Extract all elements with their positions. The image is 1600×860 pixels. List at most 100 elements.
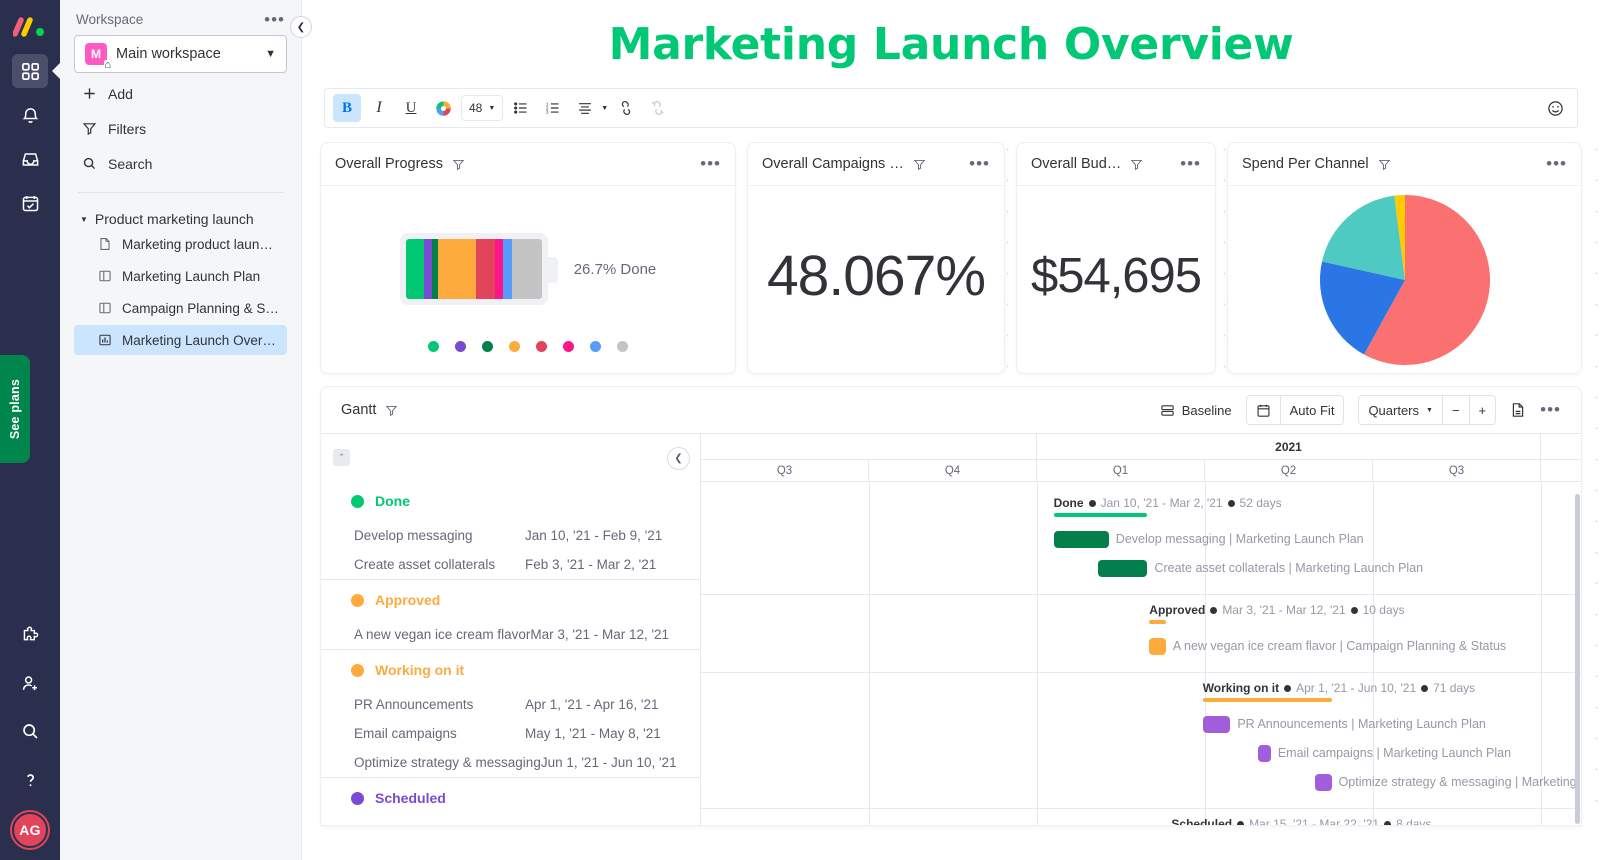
gantt-task-bar[interactable]: [1053, 531, 1109, 548]
timeline-quarter-Q4: Q4: [869, 460, 1037, 481]
timeline-scrollbar[interactable]: [1575, 494, 1580, 824]
chevron-down-icon[interactable]: ▼: [265, 48, 276, 60]
gantt-task-row[interactable]: Email campaigns May 1, '21 - May 8, '21: [321, 719, 700, 748]
legend-dot-5[interactable]: [563, 341, 574, 352]
rail-item-search[interactable]: [12, 714, 48, 748]
funnel-icon[interactable]: [452, 158, 465, 171]
bold-button[interactable]: B: [333, 94, 361, 122]
gantt-task-row[interactable]: Develop messaging Jan 10, '21 - Feb 9, '2…: [321, 521, 700, 550]
timeline-year-label: 2021: [1037, 434, 1541, 459]
gantt-task-bar-label: Create asset collaterals | Marketing Lau…: [1154, 561, 1424, 575]
rail-item-notifications[interactable]: [12, 98, 48, 132]
legend-dot-2[interactable]: [482, 341, 493, 352]
gantt-task-bar[interactable]: [1149, 638, 1166, 655]
gantt-task-bar[interactable]: [1257, 745, 1271, 762]
timeline-gridline: [1037, 482, 1038, 825]
funnel-icon[interactable]: [1378, 158, 1391, 171]
monday-logo-icon[interactable]: [10, 10, 50, 44]
funnel-icon[interactable]: [385, 404, 398, 417]
gantt-task-bar[interactable]: [1315, 774, 1332, 791]
funnel-icon[interactable]: [1130, 158, 1143, 171]
gantt-task-row[interactable]: A new vegan ice cream flavor Mar 3, '21 -…: [321, 620, 700, 649]
legend-dot-1[interactable]: [455, 341, 466, 352]
panel-collapse-button[interactable]: ❮: [667, 447, 690, 470]
caret-down-icon[interactable]: ▼: [80, 215, 88, 224]
widget-body: [1228, 186, 1581, 374]
gantt-group-header[interactable]: Scheduled: [321, 778, 700, 818]
gantt-task-row[interactable]: Create asset collaterals Feb 3, '21 - Mar…: [321, 550, 700, 579]
font-size-selector[interactable]: 48 ▼: [461, 95, 504, 121]
legend-dot-7[interactable]: [617, 341, 628, 352]
gantt-group-header[interactable]: Working on it: [321, 650, 700, 690]
sidebar-item-marketing-launch-overview[interactable]: Marketing Launch Over…: [74, 325, 287, 355]
align-button[interactable]: ▼: [571, 94, 608, 122]
rail-item-help[interactable]: [12, 762, 48, 796]
widget-more-icon[interactable]: •••: [700, 155, 721, 172]
gantt-group-bar[interactable]: [1053, 513, 1148, 517]
gantt-group-header[interactable]: Done: [321, 481, 700, 521]
group-name: Working on it: [375, 662, 465, 678]
sidebar-item-filters[interactable]: Filters: [74, 114, 287, 143]
gantt-task-bar[interactable]: [1202, 716, 1231, 733]
italic-button[interactable]: I: [365, 94, 393, 122]
rail-item-inbox[interactable]: [12, 142, 48, 176]
color-wheel-icon[interactable]: [429, 94, 457, 122]
gantt-group-bar[interactable]: [1149, 620, 1166, 624]
rail-item-my-work[interactable]: [12, 186, 48, 220]
avatar[interactable]: AG: [12, 812, 48, 848]
rail-item-home-grid[interactable]: [12, 54, 60, 88]
widget-overall-progress: Overall Progress ••• 26.7% Done: [320, 142, 736, 374]
gantt-group-summary-label: Done Jan 10, '21 - Mar 2, '21 52 days: [1053, 496, 1282, 510]
auto-fit-button[interactable]: Auto Fit: [1279, 396, 1344, 424]
gantt-group-header[interactable]: Approved: [321, 580, 700, 620]
widget-more-icon[interactable]: •••: [1180, 155, 1201, 172]
gantt-task-panel: ⌃ ❮ Done Develop messaging Jan 10, '21 - F…: [321, 434, 701, 825]
gantt-task-bar-label: A new vegan ice cream flavor | Campaign …: [1172, 639, 1507, 653]
zoom-in-button[interactable]: +: [1468, 396, 1496, 424]
gantt-task-bar-label: PR Announcements | Marketing Launch Plan: [1237, 717, 1486, 731]
link-button[interactable]: [612, 94, 640, 122]
bullet-list-button[interactable]: [507, 94, 535, 122]
sidebar-item-campaign-planning-status[interactable]: Campaign Planning & S…: [74, 293, 287, 323]
widget-more-icon[interactable]: •••: [1546, 155, 1567, 172]
sidebar-collapse-button[interactable]: ❮: [290, 16, 312, 38]
rail-item-invite-members[interactable]: [12, 666, 48, 700]
collapse-all-button[interactable]: ⌃: [333, 449, 350, 466]
workspace-selector[interactable]: M Main workspace ▼: [74, 35, 287, 73]
numbered-list-button[interactable]: 1 2 3: [539, 94, 567, 122]
gantt-task-bar[interactable]: [1097, 560, 1148, 577]
gantt-group-bar[interactable]: [1202, 698, 1332, 702]
export-button[interactable]: [1510, 402, 1526, 418]
page-title[interactable]: Marketing Launch Overview: [609, 19, 1294, 70]
task-name: A new vegan ice cream flavor: [354, 627, 531, 642]
unlink-button[interactable]: [644, 94, 672, 122]
calendar-icon-button[interactable]: [1247, 396, 1280, 424]
gantt-more-icon[interactable]: •••: [1540, 401, 1561, 418]
legend-dot-0[interactable]: [428, 341, 439, 352]
sidebar-item-marketing-launch-plan[interactable]: Marketing Launch Plan: [74, 261, 287, 291]
legend-dot-4[interactable]: [536, 341, 547, 352]
legend-dot-3[interactable]: [509, 341, 520, 352]
zoom-out-button[interactable]: −: [1441, 396, 1469, 424]
see-plans-button[interactable]: See plans: [0, 355, 30, 463]
workspace-more-icon[interactable]: •••: [264, 11, 285, 28]
group-status-dot: [351, 791, 364, 805]
zoom-level-select[interactable]: Quarters ▼: [1359, 396, 1442, 424]
gantt-task-row[interactable]: Optimize strategy & messaging Jun 1, '21 …: [321, 748, 700, 777]
widget-more-icon[interactable]: •••: [969, 155, 990, 172]
progress-segment-5: [494, 239, 503, 299]
underline-button[interactable]: U: [397, 94, 425, 122]
sidebar-item-search[interactable]: Search: [74, 149, 287, 178]
widget-title: Overall Progress: [335, 156, 443, 172]
funnel-icon[interactable]: [913, 158, 926, 171]
widget-title: Overall Campaigns …: [762, 156, 904, 172]
sidebar-item-add[interactable]: Add: [74, 79, 287, 108]
gantt-task-row[interactable]: PR Announcements Apr 1, '21 - Apr 16, '21: [321, 690, 700, 719]
sidebar-item-marketing-product-launch[interactable]: Marketing product laun…: [74, 229, 287, 259]
legend-dot-6[interactable]: [590, 341, 601, 352]
emoji-button[interactable]: [1541, 94, 1569, 122]
rail-item-apps[interactable]: [12, 618, 48, 652]
widget-header: Overall Bud… •••: [1017, 143, 1215, 186]
baseline-button[interactable]: Baseline: [1160, 403, 1232, 418]
sidebar-folder-product-marketing-launch[interactable]: ▼ Product marketing launch: [74, 211, 287, 227]
